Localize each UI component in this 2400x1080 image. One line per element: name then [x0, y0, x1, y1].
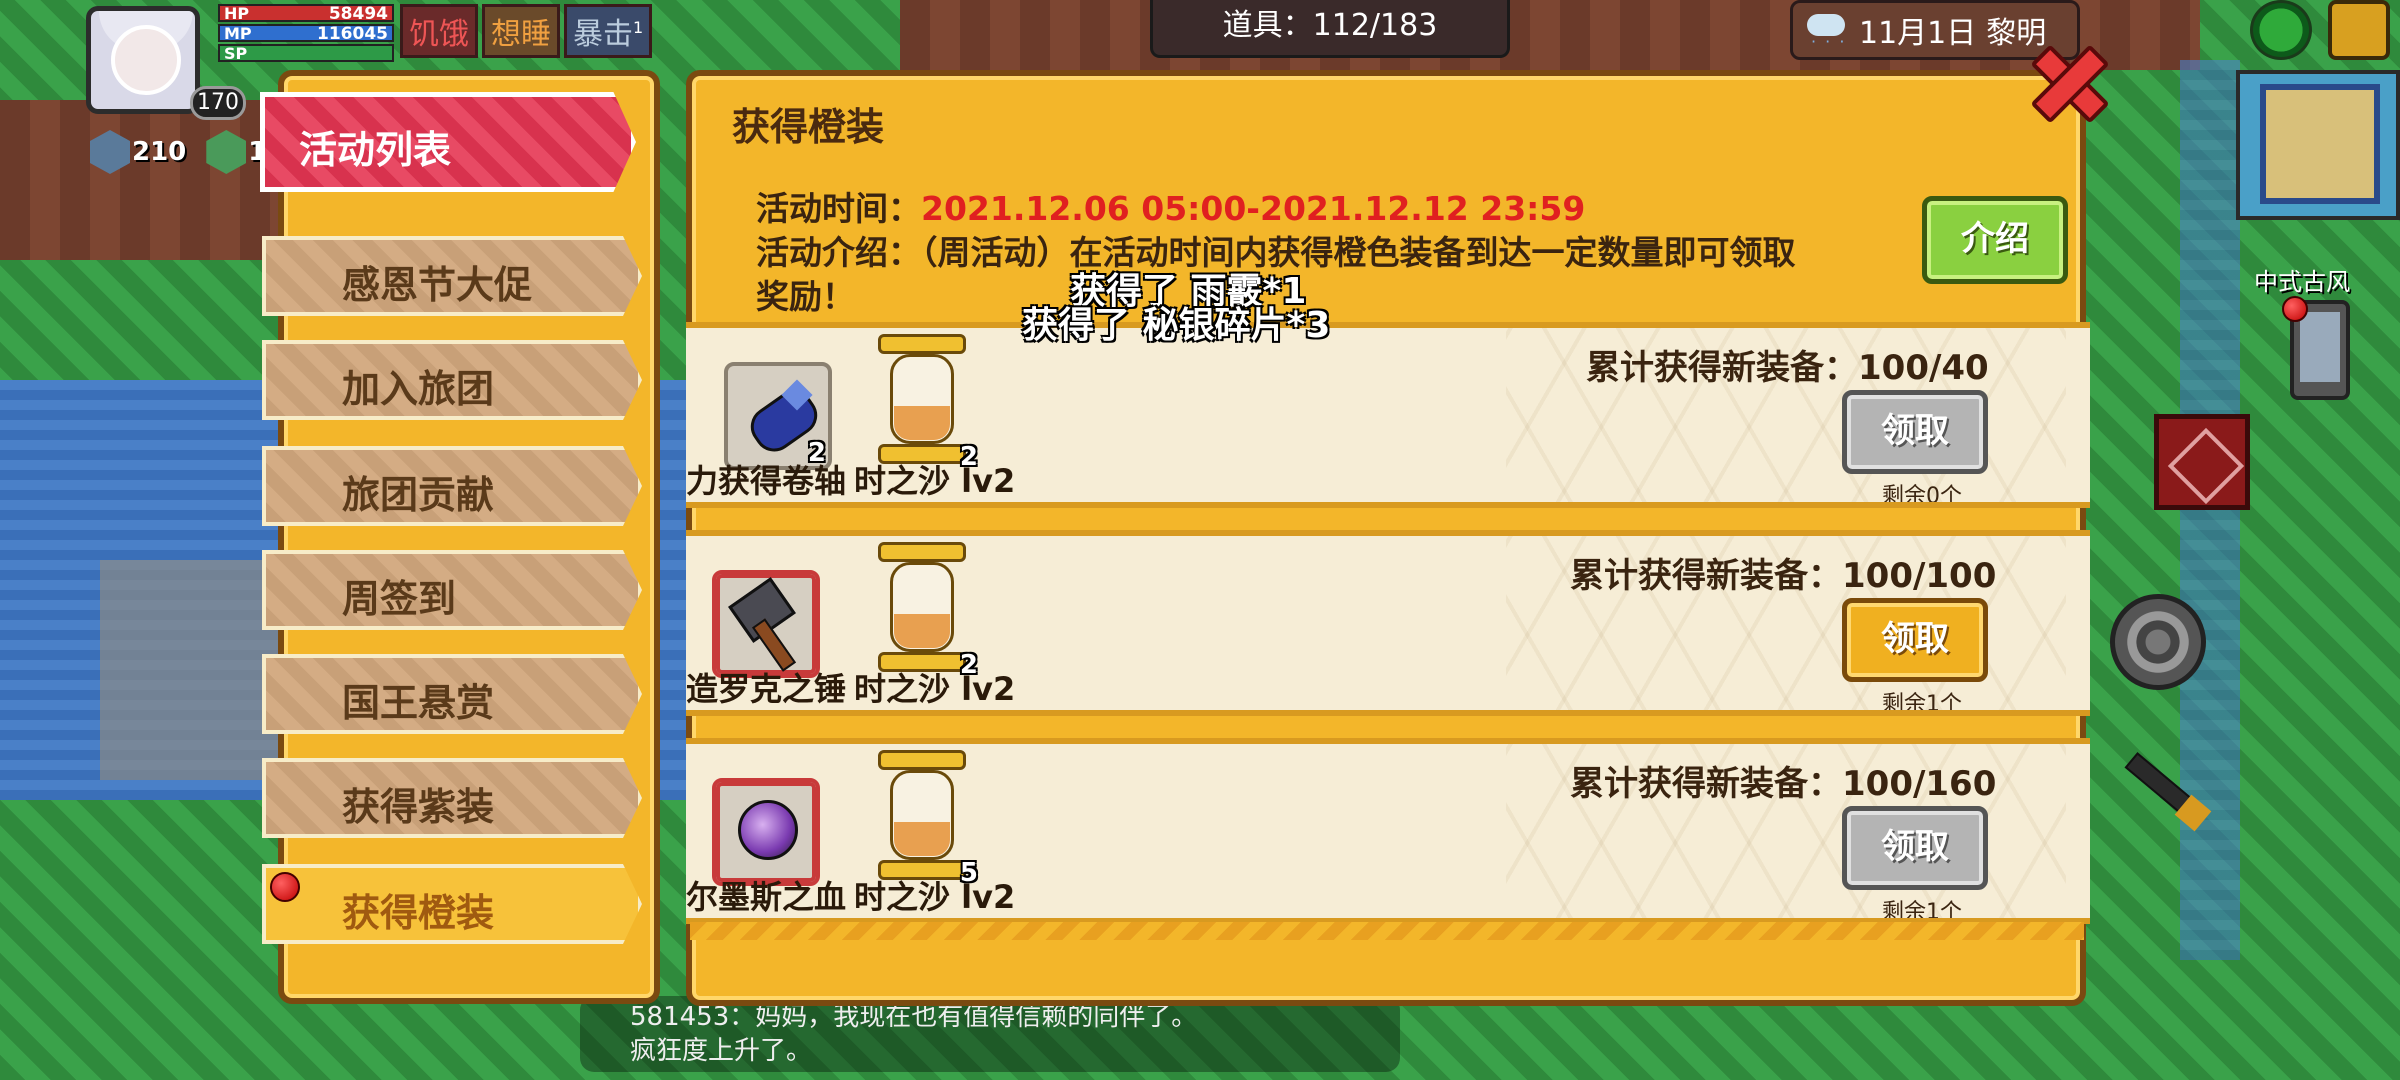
- chat-log[interactable]: 581453：妈妈，我现在也有值得信赖的同伴了。 疯狂度上升了。: [580, 996, 1400, 1072]
- mp-label: MP: [224, 24, 252, 43]
- power-hex-icon: [206, 130, 247, 174]
- hp-label: HP: [224, 4, 250, 23]
- status-crit: 暴击1: [564, 4, 653, 58]
- menu-item-orange-gear[interactable]: 获得橙装: [262, 864, 642, 944]
- reward-item-name: 时之沙 lv2: [854, 878, 1016, 916]
- reward-row: 5 尔墨斯之血 时之沙 lv2 累计获得新装备：100/160 领取 剩余1个: [686, 738, 2090, 924]
- menu-item-weekly-checkin[interactable]: 周签到: [262, 550, 642, 630]
- mp-bar: MP 116045: [218, 24, 394, 44]
- status-hungry: 饥饿: [400, 4, 478, 58]
- menu-item-label: 旅团贡献: [342, 473, 495, 517]
- reward-item-name: 时之沙 lv2: [854, 670, 1016, 708]
- remaining-count: 剩余1个: [1882, 692, 1962, 716]
- activity-title: 获得橙装: [732, 105, 885, 149]
- reward-item-name: 时之沙 lv2: [854, 462, 1016, 500]
- portal-spiral-button[interactable]: [2110, 594, 2206, 690]
- rain-cloud-icon: [1803, 10, 1849, 51]
- notification-dot-icon: [2282, 296, 2308, 322]
- orb-icon: [738, 800, 798, 860]
- reward-item-name: 力获得卷轴: [686, 462, 847, 500]
- activity-intro-cont: 奖励！: [756, 277, 855, 316]
- sp-label: SP: [224, 44, 248, 63]
- claim-button[interactable]: 领取: [1842, 390, 1988, 474]
- menu-item-label: 获得紫装: [342, 785, 495, 829]
- chat-line-2: 疯狂度上升了。: [630, 1036, 813, 1066]
- activity-list-title: 活动列表: [299, 128, 452, 172]
- reward-row: 2 2 力获得卷轴 时之沙 lv2 累计获得新装备：100/40 领取 剩余0个: [686, 322, 2090, 508]
- status-sleepy: 想睡: [482, 4, 560, 58]
- menu-item-label: 感恩节大促: [342, 263, 533, 307]
- menu-item-label: 获得橙装: [342, 891, 495, 935]
- top-right-icons: [2250, 0, 2390, 60]
- treasure-chest-icon[interactable]: [2154, 414, 2250, 510]
- progress-text: 累计获得新装备：100/40: [1586, 348, 1989, 388]
- reward-item-slot[interactable]: 2: [724, 362, 832, 470]
- attack-sword-button[interactable]: [2100, 740, 2210, 840]
- player-avatar[interactable]: [86, 6, 200, 114]
- menu-item-label: 周签到: [342, 577, 457, 621]
- menu-item-guild-contribution[interactable]: 旅团贡献: [262, 446, 642, 526]
- reward-item-slot[interactable]: 2: [872, 334, 980, 472]
- reward-item-slot[interactable]: [712, 778, 820, 886]
- activity-intro-text: （周活动）在活动时间内获得橙色装备到达一定数量即可领取: [921, 233, 1796, 272]
- hourglass-icon: [872, 750, 972, 880]
- activity-intro-label: 活动介绍：: [756, 233, 921, 272]
- game-date: 11月1日: [1859, 16, 1977, 51]
- scroll-icon: [746, 384, 816, 454]
- activity-time-label: 活动时间：: [756, 189, 921, 228]
- activity-menu-panel: [278, 70, 660, 1004]
- shield-hex-icon: [90, 130, 130, 174]
- reward-item-name: 尔墨斯之血: [686, 878, 847, 916]
- intro-button[interactable]: 介绍: [1922, 196, 2068, 284]
- menu-item-label: 国王悬赏: [342, 681, 495, 725]
- remaining-count: 剩余0个: [1882, 484, 1962, 508]
- reward-item-slot[interactable]: 2: [872, 542, 980, 680]
- claim-button[interactable]: 领取: [1842, 598, 1988, 682]
- minimap-land: [2260, 84, 2380, 204]
- status-crit-label: 暴击: [573, 17, 633, 52]
- network-globe-icon[interactable]: [2250, 0, 2312, 60]
- close-icon[interactable]: [2026, 40, 2106, 120]
- progress-text: 累计获得新装备：100/100: [1570, 556, 1997, 596]
- new-activity-dot-icon: [270, 872, 300, 902]
- activity-time-value: 2021.12.06 05:00-2021.12.12 23:59: [921, 189, 1586, 228]
- defense-value: 210: [132, 137, 187, 167]
- sp-bar: SP: [218, 44, 394, 63]
- hammer-icon: [736, 588, 806, 668]
- reward-item-name: 造罗克之锤: [686, 670, 847, 708]
- hp-value: 58494: [328, 4, 388, 24]
- hourglass-icon: [872, 542, 972, 672]
- reward-item-slot[interactable]: [712, 570, 820, 678]
- map-button[interactable]: [2328, 0, 2390, 60]
- reward-row: 2 造罗克之锤 时之沙 lv2 累计获得新装备：100/100 领取 剩余1个: [686, 530, 2090, 716]
- panel-bottom-trim: [690, 922, 2084, 940]
- loot-popup: 获得了 秘银碎片*3: [1022, 305, 1331, 346]
- menu-item-label: 加入旅团: [342, 367, 495, 411]
- inventory-counter[interactable]: 道具：112/183: [1150, 0, 1510, 58]
- progress-text: 累计获得新装备：100/160: [1570, 764, 1997, 804]
- stat-bars: HP 58494 MP 116045 SP: [218, 4, 394, 64]
- status-crit-count: 1: [633, 18, 644, 37]
- avatar-face: [111, 25, 181, 95]
- status-effects: 饥饿 想睡 暴击1: [400, 4, 653, 58]
- mp-value: 116045: [317, 24, 388, 44]
- menu-item-join-guild[interactable]: 加入旅团: [262, 340, 642, 420]
- activity-time: 活动时间：2021.12.06 05:00-2021.12.12 23:59: [756, 182, 1585, 230]
- menu-item-thanksgiving[interactable]: 感恩节大促: [262, 236, 642, 316]
- reward-item-slot[interactable]: 5: [872, 750, 980, 888]
- remaining-count: 剩余1个: [1882, 900, 1962, 924]
- menu-item-king-bounty[interactable]: 国王悬赏: [262, 654, 642, 734]
- claim-button[interactable]: 领取: [1842, 806, 1988, 890]
- hp-bar: HP 58494: [218, 4, 394, 24]
- minimap[interactable]: [2236, 70, 2400, 220]
- hourglass-icon: [872, 334, 972, 464]
- area-label: 中式古风: [2254, 268, 2350, 296]
- player-level: 170: [190, 86, 246, 120]
- menu-item-purple-gear[interactable]: 获得紫装: [262, 758, 642, 838]
- defense-badge[interactable]: 210: [90, 130, 186, 174]
- activity-list-header: 活动列表: [260, 92, 636, 192]
